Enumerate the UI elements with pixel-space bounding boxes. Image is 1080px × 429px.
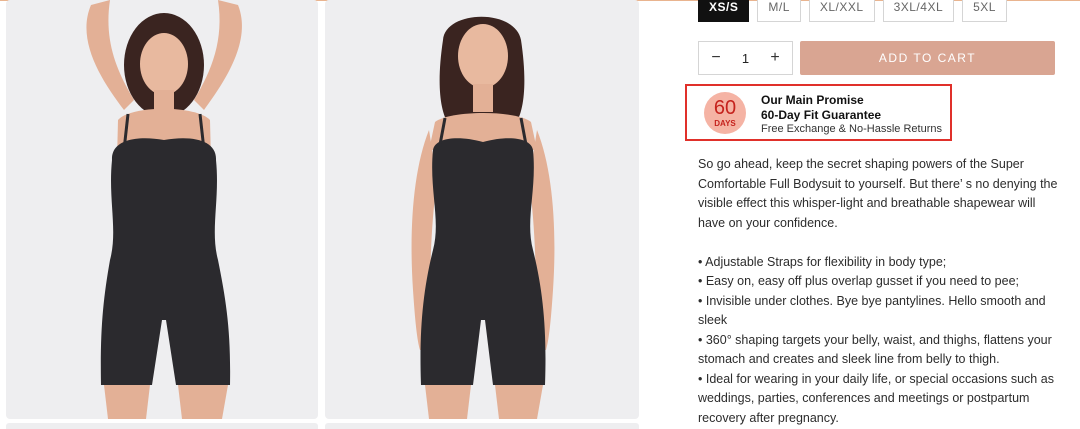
size-option-m-l[interactable]: M/L bbox=[757, 0, 801, 22]
promise-note: Free Exchange & No-Hassle Returns bbox=[761, 123, 942, 135]
feature-item: • Adjustable Straps for flexibility in b… bbox=[698, 254, 947, 269]
fit-guarantee-box: 60 DAYS Our Main Promise 60-Day Fit Guar… bbox=[685, 84, 952, 141]
promise-subtitle: 60-Day Fit Guarantee bbox=[761, 108, 882, 122]
product-image-front-arms-up[interactable] bbox=[6, 0, 318, 419]
size-option-5xl[interactable]: 5XL bbox=[962, 0, 1007, 22]
increase-quantity-button[interactable]: + bbox=[768, 49, 782, 67]
model-figure-arms-up bbox=[86, 0, 242, 419]
sixty-days-badge-icon: 60 DAYS bbox=[704, 92, 746, 134]
model-figure-standing bbox=[411, 16, 555, 419]
description-intro: So go ahead, keep the secret shaping pow… bbox=[698, 157, 1058, 230]
feature-item: • Ideal for wearing in your daily life, … bbox=[698, 371, 1054, 425]
size-option-xs-s[interactable]: XS/S bbox=[698, 0, 750, 22]
quantity-stepper: − 1 + bbox=[698, 41, 793, 75]
size-option-xl-xxl[interactable]: XL/XXL bbox=[808, 0, 875, 22]
feature-list: • Adjustable Straps for flexibility in b… bbox=[698, 253, 1063, 429]
product-image-front[interactable] bbox=[325, 0, 639, 419]
feature-item: • Invisible under clothes. Bye bye panty… bbox=[698, 293, 1046, 328]
badge-number: 60 bbox=[713, 97, 737, 119]
product-description: So go ahead, keep the secret shaping pow… bbox=[698, 155, 1063, 428]
quantity-value[interactable]: 1 bbox=[742, 51, 749, 66]
add-to-cart-button[interactable]: ADD TO CART bbox=[800, 41, 1055, 75]
badge-unit: DAYS bbox=[714, 119, 736, 128]
feature-item: • 360° shaping targets your belly, waist… bbox=[698, 332, 1052, 367]
decrease-quantity-button[interactable]: − bbox=[709, 49, 723, 67]
size-selector: XS/S M/L XL/XXL 3XL/4XL 5XL bbox=[698, 0, 1007, 22]
size-option-3xl-4xl[interactable]: 3XL/4XL bbox=[882, 0, 955, 22]
promise-title: Our Main Promise bbox=[761, 93, 864, 107]
next-image-thumb-left bbox=[6, 423, 318, 429]
feature-item: • Easy on, easy off plus overlap gusset … bbox=[698, 274, 1020, 288]
next-image-thumb-right bbox=[325, 423, 639, 429]
